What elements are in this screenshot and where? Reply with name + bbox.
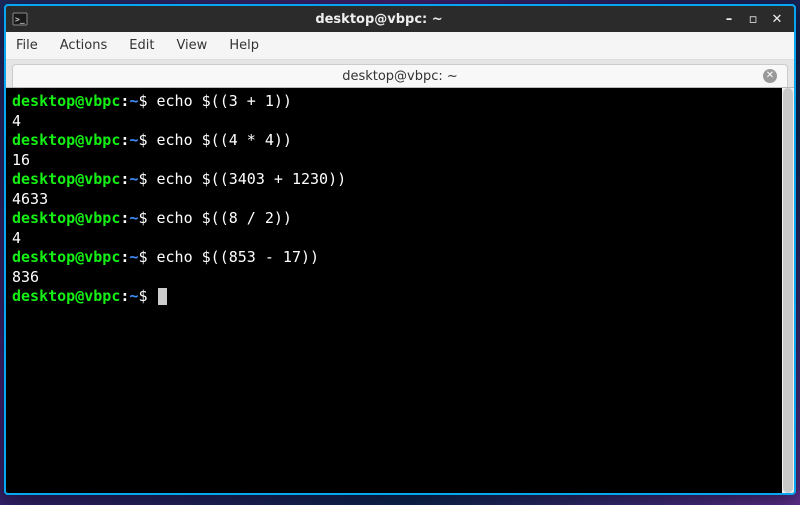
menu-actions[interactable]: Actions: [60, 38, 108, 53]
close-button[interactable]: ✕: [770, 12, 784, 26]
terminal-command-line: desktop@vbpc:~$ echo $((3403 + 1230)): [12, 170, 788, 190]
menu-file[interactable]: File: [16, 38, 38, 53]
menu-edit[interactable]: Edit: [129, 38, 154, 53]
window-controls: – ▫ ✕: [722, 12, 788, 26]
terminal-command-line: desktop@vbpc:~$ echo $((8 / 2)): [12, 209, 788, 229]
menu-view[interactable]: View: [176, 38, 207, 53]
close-icon[interactable]: ✕: [763, 69, 777, 83]
tab[interactable]: desktop@vbpc: ~ ✕: [12, 64, 788, 87]
maximize-button[interactable]: ▫: [746, 12, 760, 26]
titlebar[interactable]: >_ desktop@vbpc: ~ – ▫ ✕: [6, 6, 794, 32]
menubar: File Actions Edit View Help: [6, 32, 794, 60]
terminal-output-line: 16: [12, 151, 788, 171]
tab-label: desktop@vbpc: ~: [342, 69, 458, 84]
terminal[interactable]: desktop@vbpc:~$ echo $((3 + 1))4desktop@…: [6, 88, 794, 493]
menu-help[interactable]: Help: [229, 38, 259, 53]
app-icon: >_: [12, 11, 28, 27]
scrollbar-thumb[interactable]: [783, 88, 793, 493]
terminal-output-line: 4633: [12, 190, 788, 210]
terminal-command-line: desktop@vbpc:~$ echo $((3 + 1)): [12, 92, 788, 112]
terminal-output-line: 4: [12, 112, 788, 132]
svg-text:>_: >_: [15, 15, 25, 24]
minimize-button[interactable]: –: [722, 12, 736, 26]
window-title: desktop@vbpc: ~: [36, 12, 722, 27]
terminal-output-line: 4: [12, 229, 788, 249]
terminal-command-line: desktop@vbpc:~$: [12, 287, 788, 307]
terminal-output-line: 836: [12, 268, 788, 288]
terminal-command-line: desktop@vbpc:~$ echo $((853 - 17)): [12, 248, 788, 268]
terminal-window: >_ desktop@vbpc: ~ – ▫ ✕ File Actions Ed…: [4, 4, 796, 495]
cursor: [158, 288, 167, 305]
terminal-command-line: desktop@vbpc:~$ echo $((4 * 4)): [12, 131, 788, 151]
tabbar: desktop@vbpc: ~ ✕: [6, 60, 794, 88]
scrollbar[interactable]: [782, 88, 794, 493]
terminal-output: desktop@vbpc:~$ echo $((3 + 1))4desktop@…: [12, 92, 788, 307]
